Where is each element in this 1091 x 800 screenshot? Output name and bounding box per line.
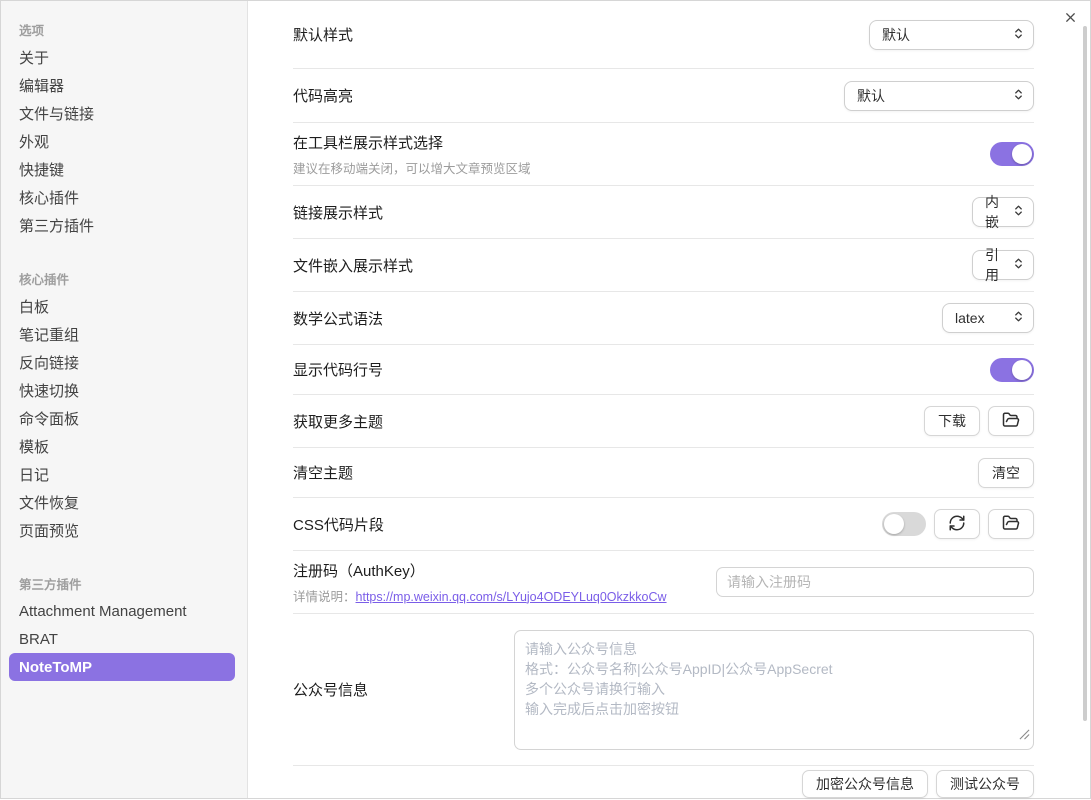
scrollbar[interactable]: [1083, 26, 1087, 721]
chevrons-up-down-icon: [1012, 257, 1025, 273]
sidebar-item-daily-notes[interactable]: 日记: [9, 460, 235, 488]
sidebar-item-brat[interactable]: BRAT: [9, 625, 235, 653]
setting-row-link-style: 链接展示样式 内嵌: [293, 186, 1034, 239]
toggle-knob: [1012, 144, 1032, 164]
setting-row-default-style: 默认样式 默认: [293, 1, 1034, 69]
setting-label: 链接展示样式: [293, 202, 383, 223]
sidebar-item-files-links[interactable]: 文件与链接: [9, 99, 235, 127]
setting-row-code-highlight: 代码高亮 默认: [293, 69, 1034, 123]
setting-label: 代码高亮: [293, 85, 353, 106]
setting-info: 在工具栏展示样式选择 建议在移动端关闭，可以增大文章预览区域: [293, 132, 531, 177]
chevrons-up-down-icon: [1012, 204, 1025, 220]
sidebar-item-notetomp[interactable]: NoteToMP: [9, 653, 235, 681]
setting-label: 注册码（AuthKey）: [293, 560, 667, 581]
textarea-placeholder-line: 输入完成后点击加密按钮: [525, 699, 1023, 719]
sidebar-item-file-recovery[interactable]: 文件恢复: [9, 488, 235, 516]
math-syntax-select[interactable]: latex: [942, 303, 1034, 333]
sidebar-item-community-plugins[interactable]: 第三方插件: [9, 211, 235, 239]
css-snippet-toggle[interactable]: [882, 512, 926, 536]
chevrons-up-down-icon: [1012, 27, 1025, 43]
sidebar-heading-community-plugins: 第三方插件: [19, 569, 235, 597]
setting-controls: [882, 509, 1034, 539]
clear-theme-button[interactable]: 清空: [978, 458, 1034, 488]
toggle-knob: [1012, 360, 1032, 380]
default-style-select[interactable]: 默认: [869, 20, 1034, 50]
setting-label: 默认样式: [293, 24, 353, 45]
setting-controls: 下载: [924, 406, 1034, 436]
select-value: 默认: [857, 86, 885, 106]
toolbar-style-toggle[interactable]: [990, 142, 1034, 166]
setting-description: 详情说明：https://mp.weixin.qq.com/s/LYujo4OD…: [293, 586, 667, 605]
textarea-placeholder-line: 请输入公众号信息: [525, 639, 1023, 659]
setting-row-toolbar-style: 在工具栏展示样式选择 建议在移动端关闭，可以增大文章预览区域: [293, 123, 1034, 186]
sidebar-item-command-palette[interactable]: 命令面板: [9, 404, 235, 432]
select-value: 默认: [882, 25, 910, 45]
close-icon[interactable]: [1061, 8, 1079, 26]
mp-info-textarea[interactable]: 请输入公众号信息 格式：公众号名称|公众号AppID|公众号AppSecret …: [514, 630, 1034, 750]
sidebar-item-attachment-management[interactable]: Attachment Management: [9, 597, 235, 625]
sidebar-item-canvas[interactable]: 白板: [9, 292, 235, 320]
test-mp-account-button[interactable]: 测试公众号: [936, 770, 1034, 798]
setting-row-more-themes: 获取更多主题 下载: [293, 395, 1034, 448]
sidebar-item-note-composer[interactable]: 笔记重组: [9, 320, 235, 348]
chevrons-up-down-icon: [1012, 88, 1025, 104]
sidebar-heading-options: 选项: [19, 15, 235, 43]
textarea-placeholder-line: 格式：公众号名称|公众号AppID|公众号AppSecret: [525, 659, 1023, 679]
setting-label: 数学公式语法: [293, 308, 383, 329]
embed-style-select[interactable]: 引用: [972, 250, 1034, 280]
select-value: latex: [955, 310, 985, 326]
download-themes-button[interactable]: 下载: [924, 406, 980, 436]
folder-open-icon: [1002, 514, 1020, 535]
settings-sidebar: 选项 关于 编辑器 文件与链接 外观 快捷键 核心插件 第三方插件 核心插件 白…: [1, 1, 248, 798]
sidebar-item-appearance[interactable]: 外观: [9, 127, 235, 155]
notetomp-settings-panel: 默认样式 默认 代码高亮 默认 在工具栏展示样式选择 建议在移动端关闭，可以增大…: [248, 1, 1090, 798]
setting-row-code-line-numbers: 显示代码行号: [293, 345, 1034, 395]
sidebar-item-hotkeys[interactable]: 快捷键: [9, 155, 235, 183]
toggle-knob: [884, 514, 904, 534]
code-line-numbers-toggle[interactable]: [990, 358, 1034, 382]
chevrons-up-down-icon: [1012, 310, 1025, 326]
setting-label: 获取更多主题: [293, 411, 383, 432]
code-highlight-select[interactable]: 默认: [844, 81, 1034, 111]
refresh-css-snippet-button[interactable]: [934, 509, 980, 539]
open-css-snippet-folder-button[interactable]: [988, 509, 1034, 539]
setting-description: 建议在移动端关闭，可以增大文章预览区域: [293, 158, 531, 177]
select-value: 引用: [985, 245, 1004, 285]
setting-row-authkey: 注册码（AuthKey） 详情说明：https://mp.weixin.qq.c…: [293, 551, 1034, 614]
sidebar-item-page-preview[interactable]: 页面预览: [9, 516, 235, 544]
setting-label: 清空主题: [293, 462, 353, 483]
setting-label: 文件嵌入展示样式: [293, 255, 413, 276]
setting-label: 公众号信息: [293, 679, 368, 700]
resize-corner-icon[interactable]: [1019, 725, 1030, 745]
setting-info: 注册码（AuthKey） 详情说明：https://mp.weixin.qq.c…: [293, 560, 667, 605]
refresh-cw-icon: [948, 514, 966, 535]
open-themes-folder-button[interactable]: [988, 406, 1034, 436]
sidebar-item-editor[interactable]: 编辑器: [9, 71, 235, 99]
sidebar-item-quick-switcher[interactable]: 快速切换: [9, 376, 235, 404]
setting-label: 显示代码行号: [293, 359, 383, 380]
setting-row-math-syntax: 数学公式语法 latex: [293, 292, 1034, 345]
sidebar-item-templates[interactable]: 模板: [9, 432, 235, 460]
setting-row-embed-style: 文件嵌入展示样式 引用: [293, 239, 1034, 292]
setting-row-mp-info: 公众号信息 请输入公众号信息 格式：公众号名称|公众号AppID|公众号AppS…: [293, 614, 1034, 766]
setting-label: CSS代码片段: [293, 514, 384, 535]
folder-open-icon: [1002, 411, 1020, 432]
setting-row-clear-theme: 清空主题 清空: [293, 448, 1034, 498]
sidebar-heading-core-plugins: 核心插件: [19, 264, 235, 292]
textarea-placeholder-line: 多个公众号请换行输入: [525, 679, 1023, 699]
sidebar-item-core-plugins[interactable]: 核心插件: [9, 183, 235, 211]
settings-footer: 加密公众号信息 测试公众号: [293, 766, 1034, 800]
sidebar-item-about[interactable]: 关于: [9, 43, 235, 71]
authkey-desc-prefix: 详情说明：: [293, 590, 356, 604]
setting-label: 在工具栏展示样式选择: [293, 132, 531, 153]
setting-row-css-snippet: CSS代码片段: [293, 498, 1034, 551]
authkey-input[interactable]: [716, 567, 1034, 597]
encrypt-mp-info-button[interactable]: 加密公众号信息: [802, 770, 928, 798]
select-value: 内嵌: [985, 192, 1004, 232]
link-style-select[interactable]: 内嵌: [972, 197, 1034, 227]
sidebar-item-backlinks[interactable]: 反向链接: [9, 348, 235, 376]
authkey-help-link[interactable]: https://mp.weixin.qq.com/s/LYujo4ODEYLuq…: [356, 590, 667, 604]
